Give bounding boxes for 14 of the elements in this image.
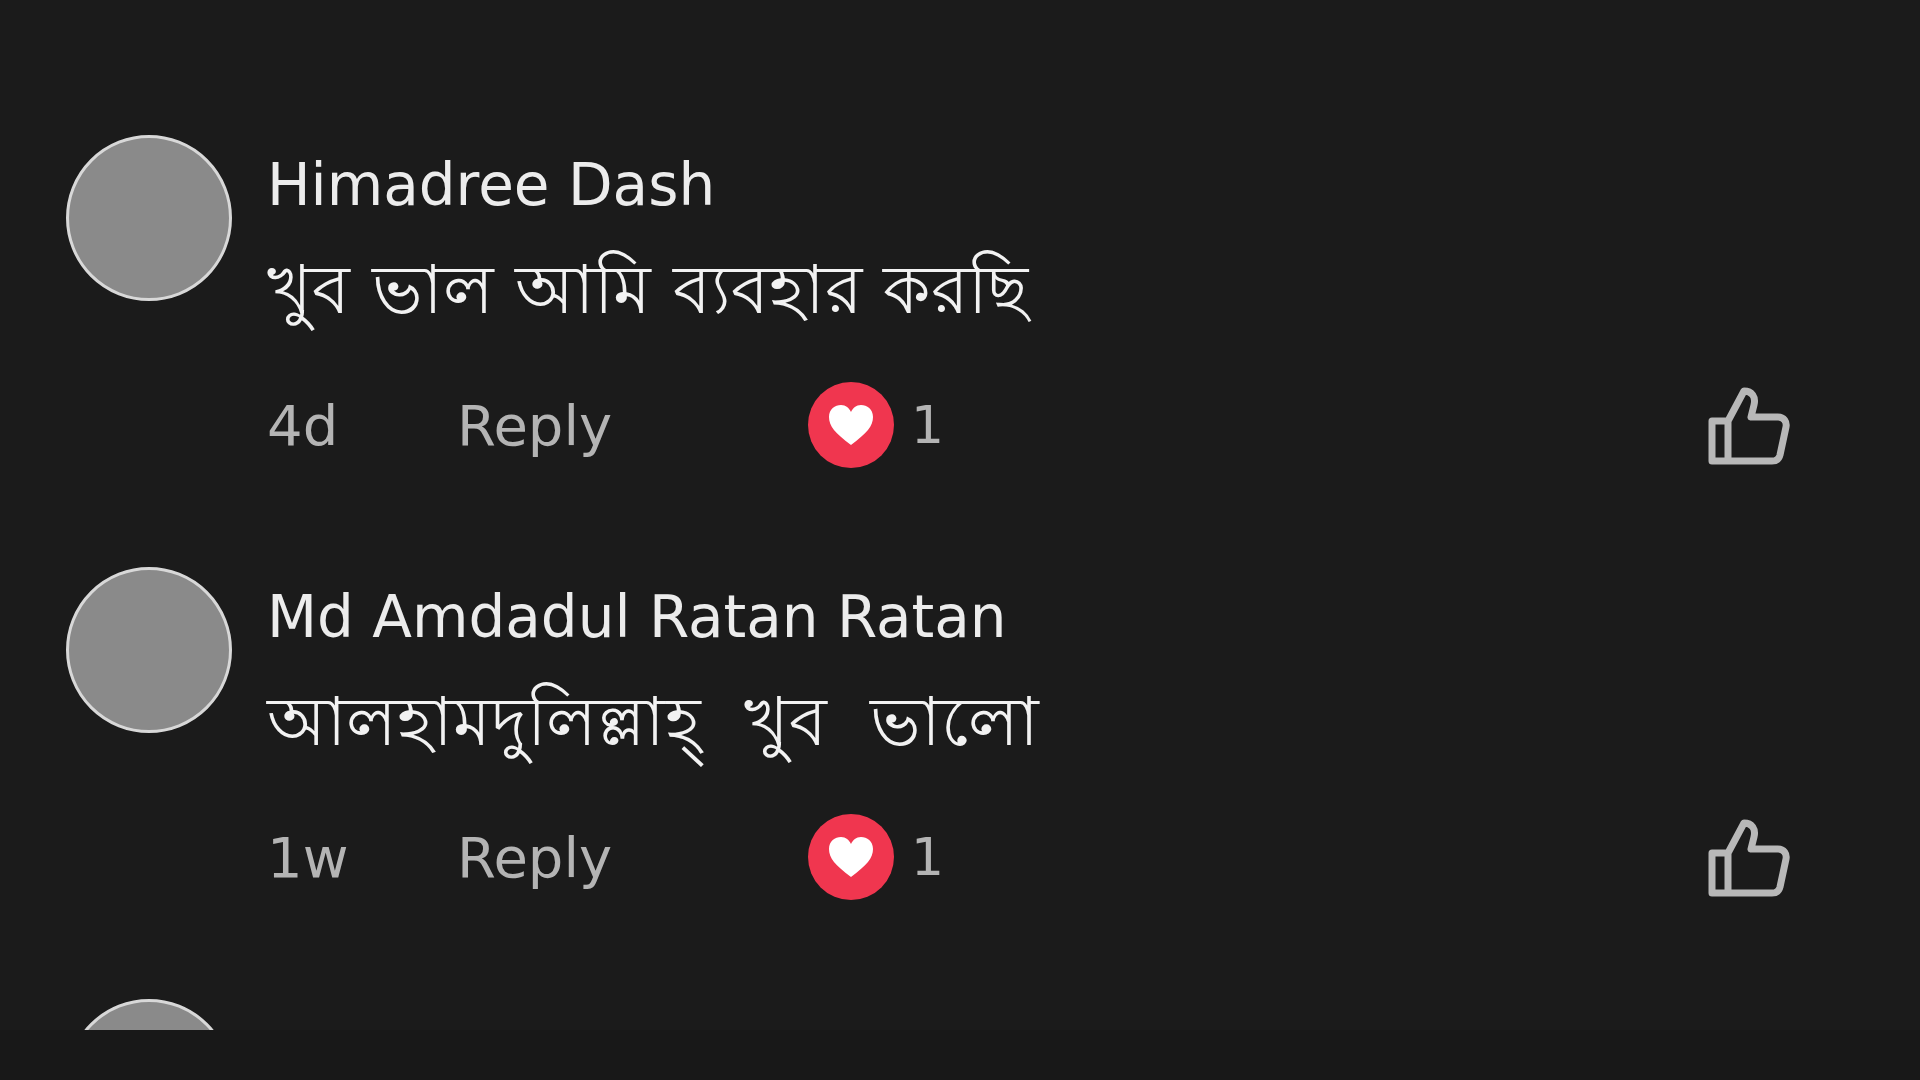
heart-reaction-icon [807, 381, 895, 469]
reaction-count[interactable]: 1 [911, 395, 945, 455]
comment-time: 1w [267, 824, 350, 890]
thumbs-up-icon[interactable] [1708, 385, 1790, 465]
comment-text: আলহামদুলিল্লাহ্ খুব ভালো [267, 667, 1920, 777]
reply-link[interactable]: Reply [457, 824, 807, 890]
heart-reaction-icon [807, 813, 895, 901]
comment-time: 4d [267, 392, 340, 458]
thumbs-up-icon[interactable] [1708, 817, 1790, 897]
reply-link[interactable]: Reply [457, 392, 807, 458]
reaction-count[interactable]: 1 [911, 827, 945, 887]
comment-text: খুব ভাল আমি ব্যবহার করছি [267, 249, 1032, 333]
commenter-name[interactable]: Md Amdadul Ratan Ratan [267, 567, 1920, 667]
commenter-name[interactable]: Himadree Dash [267, 135, 1920, 235]
